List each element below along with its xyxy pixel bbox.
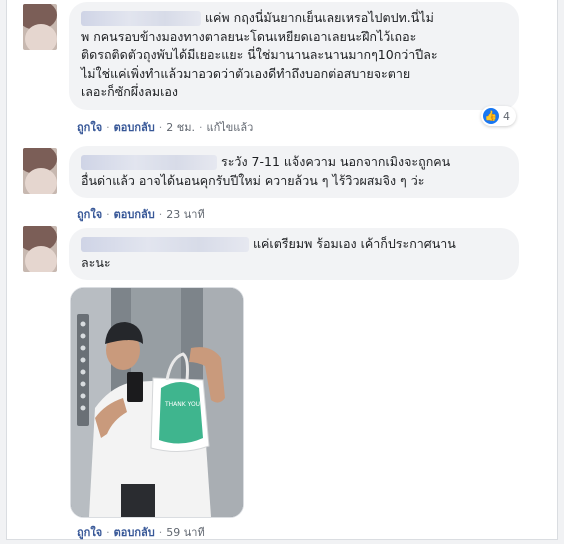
selfie-image: THANK YOU	[71, 288, 243, 517]
reply-link[interactable]: ตอบกลับ	[114, 526, 155, 539]
commenter-name-blurred[interactable]	[81, 11, 201, 26]
svg-text:THANK YOU: THANK YOU	[164, 401, 200, 408]
comment-actions: ถูกใจ · ตอบกลับ · 59 นาที	[77, 526, 205, 539]
commenter-name-blurred[interactable]	[81, 155, 217, 170]
reply-link[interactable]: ตอบกลับ	[114, 121, 155, 134]
timestamp[interactable]: 59 นาที	[166, 526, 204, 539]
comments-panel: แค่พ กฤงนี่มันยากเย็นเลยเหรอไปตปท.นี่ไม่…	[6, 0, 558, 540]
timestamp[interactable]: 23 นาที	[166, 208, 204, 221]
comment-actions: ถูกใจ · ตอบกลับ · 23 นาที	[77, 208, 205, 221]
comment-actions: ถูกใจ · ตอบกลับ · 2 ชม. · แก้ไขแล้ว	[77, 121, 254, 134]
like-link[interactable]: ถูกใจ	[77, 121, 102, 134]
reaction-summary[interactable]: 👍 4	[481, 106, 516, 126]
commenter-name-blurred[interactable]	[81, 237, 249, 252]
reaction-count: 4	[503, 109, 510, 123]
avatar[interactable]	[23, 226, 57, 272]
avatar[interactable]	[23, 148, 57, 194]
like-link[interactable]: ถูกใจ	[77, 208, 102, 221]
avatar[interactable]	[23, 4, 57, 50]
edited-label[interactable]: แก้ไขแล้ว	[206, 121, 253, 134]
comment-bubble: แค่เตรียมพ ร้อมเอง เค้าก็ประกาศนาน ละนะ	[69, 228, 519, 280]
comment-bubble: ระวัง 7-11 แจ้งความ นอกจากเมิงจะถูกคน อื…	[69, 146, 519, 198]
timestamp[interactable]: 2 ชม.	[166, 121, 195, 134]
comment-bubble: แค่พ กฤงนี่มันยากเย็นเลยเหรอไปตปท.นี่ไม่…	[69, 2, 519, 110]
reply-link[interactable]: ตอบกลับ	[114, 208, 155, 221]
attached-photo[interactable]: THANK YOU	[70, 287, 244, 518]
like-reaction-icon: 👍	[483, 108, 499, 124]
like-link[interactable]: ถูกใจ	[77, 526, 102, 539]
